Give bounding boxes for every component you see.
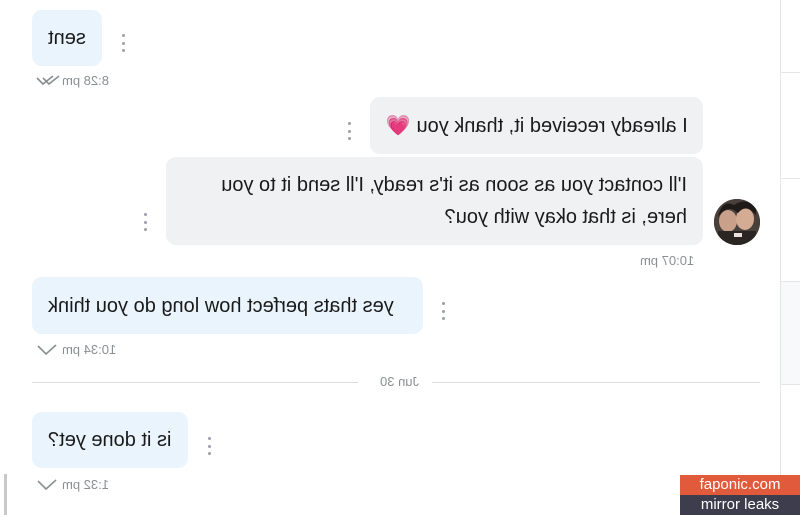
double-check-icon — [36, 75, 60, 86]
message-menu-icon[interactable] — [143, 213, 147, 231]
scrollbar-thumb[interactable] — [4, 474, 7, 515]
message-menu-icon[interactable] — [121, 34, 125, 52]
check-icon — [37, 479, 57, 491]
message-timestamp: 1:32 pm — [62, 477, 109, 492]
message-timestamp: 10:34 pm — [62, 342, 117, 357]
avatar[interactable] — [714, 199, 760, 245]
check-icon — [37, 344, 57, 356]
message-bubble[interactable]: sent — [32, 10, 102, 66]
message-text: sent — [48, 27, 86, 49]
watermark-site: faponic.com — [680, 475, 800, 495]
message-text: yes thats perfect how long do you think — [48, 294, 394, 317]
message-menu-icon[interactable] — [441, 302, 445, 320]
date-separator: Jun 30 — [380, 374, 420, 389]
date-divider-line — [432, 382, 760, 383]
message-text: is it done yet? — [48, 429, 172, 451]
avatar-photo — [714, 199, 760, 245]
message-bubble[interactable]: yes thats perfect how long do you think — [32, 277, 423, 334]
side-panel-edge — [780, 0, 800, 515]
next-date-separator-peek — [366, 509, 410, 515]
message-text: I already received it, thank you 💗 — [386, 114, 688, 137]
message-bubble[interactable]: I already received it, thank you 💗 — [370, 97, 703, 154]
side-panel-divider — [780, 178, 800, 179]
side-panel-divider — [780, 72, 800, 73]
date-divider-line — [32, 382, 358, 383]
watermark-tagline: mirror leaks — [680, 495, 800, 515]
message-text: I'll contact you as soon as it's ready, … — [221, 174, 687, 228]
side-panel-item[interactable] — [781, 281, 800, 385]
message-menu-icon[interactable] — [347, 122, 351, 140]
message-menu-icon[interactable] — [207, 437, 211, 455]
message-timestamp: 10:07 pm — [640, 253, 695, 268]
message-bubble[interactable]: I'll contact you as soon as it's ready, … — [166, 157, 703, 245]
message-timestamp: 8:28 pm — [62, 73, 109, 88]
message-bubble[interactable]: is it done yet? — [32, 412, 188, 468]
